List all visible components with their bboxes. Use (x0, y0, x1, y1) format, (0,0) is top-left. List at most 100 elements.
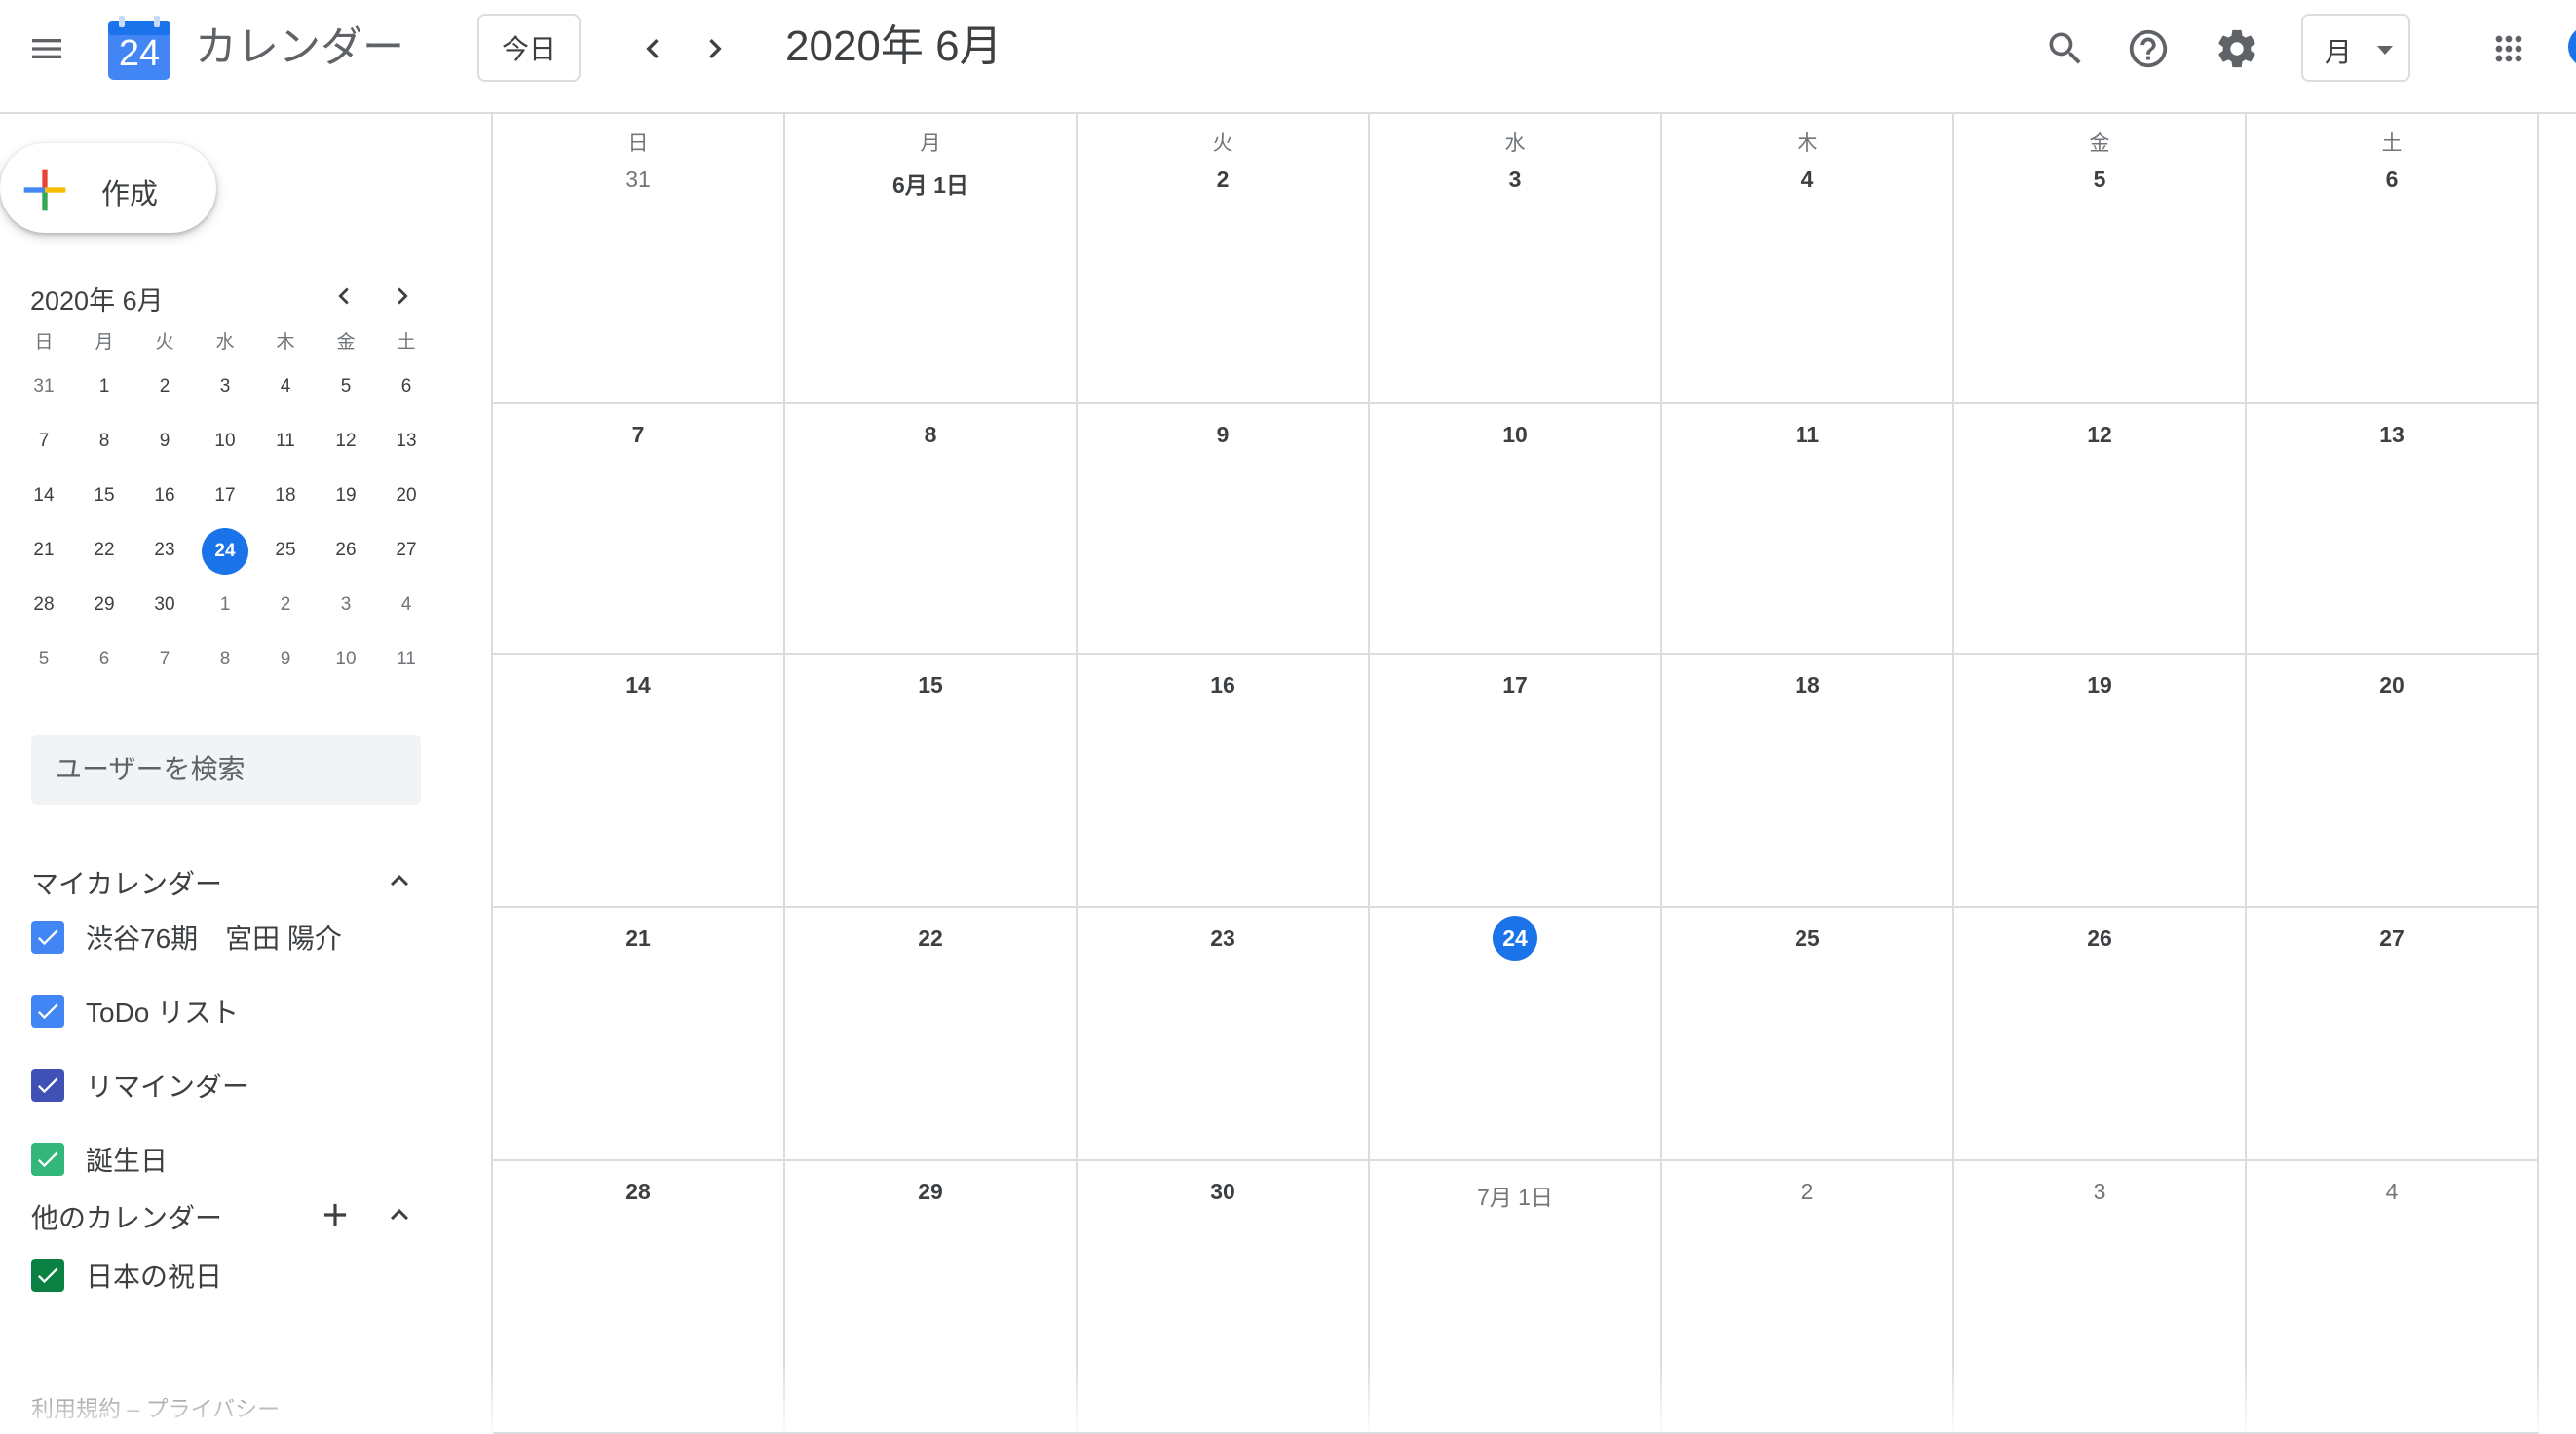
date-label[interactable]: 16 (1078, 672, 1368, 698)
month-day-cell[interactable]: 22 (785, 908, 1078, 1161)
date-label[interactable]: 4 (1662, 167, 1952, 193)
create-button[interactable]: 作成 (0, 143, 216, 233)
month-day-cell[interactable]: 27 (2247, 908, 2539, 1161)
mini-calendar-day[interactable]: 21 (14, 528, 74, 573)
date-label[interactable]: 5 (1954, 167, 2245, 193)
date-label[interactable]: 6 (2247, 167, 2537, 193)
next-period-button[interactable] (686, 19, 744, 78)
mini-calendar-day[interactable]: 9 (255, 637, 316, 682)
mini-calendar-day[interactable]: 17 (195, 473, 255, 518)
date-label[interactable]: 26 (1954, 925, 2245, 952)
date-label[interactable]: 30 (1078, 1179, 1368, 1205)
date-label[interactable]: 3 (1370, 167, 1660, 193)
date-label[interactable]: 25 (1662, 925, 1952, 952)
calendar-list-item[interactable]: リマインダー (31, 1064, 249, 1107)
date-label[interactable]: 14 (493, 672, 783, 698)
mini-calendar-day[interactable]: 14 (14, 473, 74, 518)
mini-calendar-day[interactable]: 10 (316, 637, 376, 682)
month-day-cell[interactable]: 10 (1370, 404, 1662, 655)
mini-calendar-day[interactable]: 20 (376, 473, 436, 518)
mini-calendar-day[interactable]: 9 (134, 419, 195, 464)
calendar-logo[interactable]: 24 (105, 14, 173, 82)
month-day-cell[interactable]: 17 (1370, 655, 1662, 908)
month-day-cell[interactable]: 木4 (1662, 114, 1954, 404)
mini-calendar-day[interactable]: 3 (195, 364, 255, 409)
date-label[interactable]: 18 (1662, 672, 1952, 698)
month-day-cell[interactable]: 24 (1370, 908, 1662, 1161)
mini-calendar-day[interactable]: 19 (316, 473, 376, 518)
mini-calendar-day[interactable]: 15 (74, 473, 134, 518)
today-button[interactable]: 今日 (477, 14, 581, 82)
mini-calendar-prev-button[interactable] (322, 274, 366, 319)
calendar-list-item[interactable]: 日本の祝日 (31, 1254, 222, 1297)
month-day-cell[interactable]: 16 (1078, 655, 1370, 908)
date-label[interactable]: 3 (1954, 1179, 2245, 1205)
mini-calendar-day[interactable]: 8 (195, 637, 255, 682)
date-label[interactable]: 21 (493, 925, 783, 952)
calendar-checkbox[interactable] (31, 995, 64, 1028)
month-day-cell[interactable]: 3 (1954, 1161, 2247, 1434)
month-day-cell[interactable]: 水3 (1370, 114, 1662, 404)
mini-calendar-day[interactable]: 12 (316, 419, 376, 464)
date-label[interactable]: 13 (2247, 422, 2537, 448)
calendar-checkbox[interactable] (31, 1259, 64, 1292)
account-avatar[interactable] (2568, 25, 2576, 68)
settings-button[interactable] (2208, 19, 2266, 78)
my-calendars-title[interactable]: マイカレンダー (31, 863, 222, 902)
month-day-cell[interactable]: 火2 (1078, 114, 1370, 404)
mini-calendar-day[interactable]: 23 (134, 528, 195, 573)
other-calendars-title[interactable]: 他のカレンダー (31, 1197, 222, 1236)
month-day-cell[interactable]: 12 (1954, 404, 2247, 655)
mini-calendar-today[interactable]: 24 (195, 528, 255, 575)
date-label[interactable]: 4 (2247, 1179, 2537, 1205)
other-calendars-collapse-button[interactable] (380, 1195, 419, 1234)
date-label[interactable]: 7月 1日 (1370, 1179, 1660, 1212)
mini-calendar-day[interactable]: 6 (74, 637, 134, 682)
mini-calendar-day[interactable]: 4 (255, 364, 316, 409)
month-day-cell[interactable]: 18 (1662, 655, 1954, 908)
mini-calendar-day[interactable]: 27 (376, 528, 436, 573)
user-search-input[interactable] (31, 735, 421, 805)
mini-calendar-day[interactable]: 2 (134, 364, 195, 409)
mini-calendar-day[interactable]: 1 (195, 583, 255, 627)
mini-calendar-day[interactable]: 25 (255, 528, 316, 573)
month-day-cell[interactable]: 7月 1日 (1370, 1161, 1662, 1434)
month-day-cell[interactable]: 29 (785, 1161, 1078, 1434)
mini-calendar-day[interactable]: 29 (74, 583, 134, 627)
mini-calendar-day[interactable]: 7 (14, 419, 74, 464)
month-day-cell[interactable]: 19 (1954, 655, 2247, 908)
month-day-cell[interactable]: 4 (2247, 1161, 2539, 1434)
calendar-list-item[interactable]: ToDo リスト (31, 990, 239, 1033)
mini-calendar-day[interactable]: 31 (14, 364, 74, 409)
calendar-list-item[interactable]: 渋谷76期 宮田 陽介 (31, 916, 342, 959)
month-day-cell[interactable]: 20 (2247, 655, 2539, 908)
month-day-cell[interactable]: 月 6月 1日 (785, 114, 1078, 404)
date-label[interactable]: 19 (1954, 672, 2245, 698)
add-other-calendar-button[interactable] (314, 1193, 357, 1236)
date-label[interactable]: 9 (1078, 422, 1368, 448)
month-day-cell[interactable]: 26 (1954, 908, 2247, 1161)
mini-calendar-day[interactable]: 30 (134, 583, 195, 627)
date-label[interactable]: 31 (493, 167, 783, 193)
help-button[interactable] (2119, 19, 2178, 78)
mini-calendar-day[interactable]: 11 (376, 637, 436, 682)
mini-calendar-day[interactable]: 2 (255, 583, 316, 627)
month-day-cell[interactable]: 日 31 (493, 114, 785, 404)
month-day-cell[interactable]: 7 (493, 404, 785, 655)
date-label[interactable]: 8 (785, 422, 1076, 448)
mini-calendar-day[interactable]: 7 (134, 637, 195, 682)
calendar-checkbox[interactable] (31, 1143, 64, 1176)
month-day-cell[interactable]: 8 (785, 404, 1078, 655)
month-day-cell[interactable]: 25 (1662, 908, 1954, 1161)
month-day-cell[interactable]: 15 (785, 655, 1078, 908)
mini-calendar-day[interactable]: 5 (316, 364, 376, 409)
date-label[interactable]: 15 (785, 672, 1076, 698)
mini-calendar-day[interactable]: 22 (74, 528, 134, 573)
mini-calendar-day[interactable]: 16 (134, 473, 195, 518)
date-label[interactable]: 29 (785, 1179, 1076, 1205)
mini-calendar-day[interactable]: 4 (376, 583, 436, 627)
date-label[interactable]: 7 (493, 422, 783, 448)
month-day-cell[interactable]: 23 (1078, 908, 1370, 1161)
mini-calendar-day[interactable]: 5 (14, 637, 74, 682)
mini-calendar-day[interactable]: 26 (316, 528, 376, 573)
